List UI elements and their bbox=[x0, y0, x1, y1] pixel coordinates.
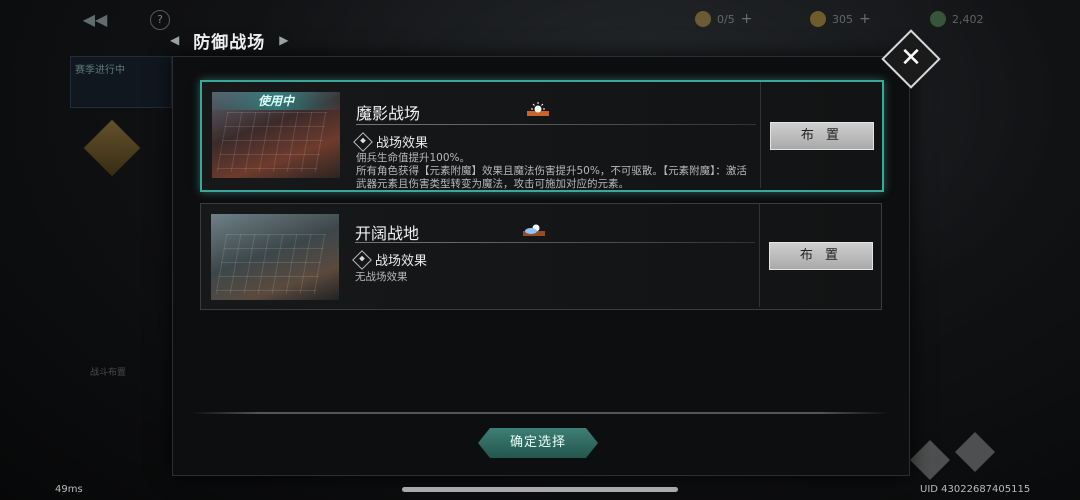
back-icon[interactable]: ◀◀ bbox=[80, 10, 110, 30]
modal-bottom-divider bbox=[190, 412, 890, 414]
add-gold-icon[interactable]: + bbox=[859, 11, 871, 27]
effect-description: 佣兵生命值提升100%。 所有角色获得【元素附魔】效果且魔法伤害提升50%，不可… bbox=[356, 152, 747, 190]
weather-cloud-sun-icon bbox=[523, 224, 545, 236]
latency-readout: 49ms bbox=[55, 484, 83, 495]
effect-label: 战场效果 bbox=[352, 249, 428, 270]
in-use-badge: 使用中 bbox=[212, 92, 340, 110]
battlefield-thumbnail: 使用中 bbox=[212, 92, 340, 178]
resource-stamina: 0/5 + bbox=[695, 8, 752, 30]
stamina-value: 0/5 bbox=[717, 12, 735, 26]
gold-value: 305 bbox=[832, 12, 853, 26]
card-divider bbox=[759, 204, 760, 307]
effect-description: 无战场效果 bbox=[355, 271, 408, 283]
battlefield-card[interactable]: 开阔战地 战场效果 无战场效果 布 置 bbox=[200, 203, 882, 310]
weather-sunset-icon bbox=[527, 102, 549, 116]
resource-gems: 2,402 bbox=[930, 8, 984, 30]
name-divider bbox=[355, 242, 755, 243]
arrow-right-icon: ▶ bbox=[279, 33, 289, 47]
card-divider bbox=[760, 82, 761, 188]
uid-label: UID 43022687405115 bbox=[920, 484, 1031, 495]
battlefield-card[interactable]: 使用中 魔影战场 战场效果 佣兵生命值提升100%。 所有角色获得【元素附魔】效… bbox=[200, 80, 884, 192]
effect-title: 战场效果 bbox=[375, 254, 428, 269]
top-bar: ◀◀ ? 0/5 + 305 + 2,402 bbox=[0, 0, 1080, 40]
arrow-left-icon: ◀ bbox=[170, 33, 180, 47]
grid-decoration bbox=[215, 234, 327, 294]
grid-decoration bbox=[216, 112, 328, 172]
help-icon[interactable]: ? bbox=[150, 10, 170, 30]
home-indicator[interactable] bbox=[402, 487, 678, 492]
deploy-button[interactable]: 布 置 bbox=[770, 122, 874, 150]
effect-diamond-icon bbox=[353, 131, 373, 152]
effect-label: 战场效果 bbox=[353, 131, 429, 152]
name-divider bbox=[356, 124, 756, 125]
season-panel-title: 赛季进行中 bbox=[75, 65, 125, 76]
resource-gold: 305 + bbox=[810, 8, 871, 30]
effect-title: 战场效果 bbox=[376, 136, 429, 151]
gem-value: 2,402 bbox=[952, 12, 984, 26]
battlefield-thumbnail bbox=[211, 214, 339, 300]
gem-icon bbox=[930, 11, 946, 27]
title-bar: ◀ 防御战场 ▶ bbox=[170, 26, 288, 54]
close-icon[interactable]: ✕ bbox=[890, 38, 932, 80]
confirm-button[interactable]: 确定选择 bbox=[478, 428, 598, 458]
stamina-icon bbox=[695, 11, 711, 27]
gold-icon bbox=[810, 11, 826, 27]
page-title: 防御战场 bbox=[193, 32, 266, 53]
battlefield-name: 开阔战地 bbox=[355, 224, 420, 243]
add-stamina-icon[interactable]: + bbox=[741, 11, 753, 27]
confirm-label: 确定选择 bbox=[509, 435, 566, 450]
effect-diamond-icon bbox=[352, 249, 372, 270]
deploy-button[interactable]: 布 置 bbox=[769, 242, 873, 270]
season-panel: 赛季进行中 bbox=[70, 56, 172, 108]
battlefield-name: 魔影战场 bbox=[356, 104, 421, 123]
bg-label: 战斗布置 bbox=[90, 368, 127, 378]
